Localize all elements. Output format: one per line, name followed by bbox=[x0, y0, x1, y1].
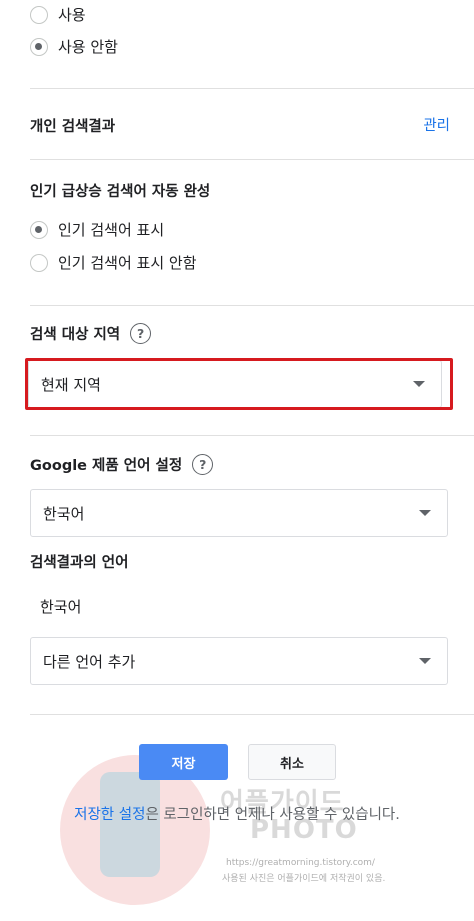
radio-label: 인기 검색어 표시 안함 bbox=[58, 254, 197, 272]
personal-results-title: 개인 검색결과 bbox=[30, 115, 115, 136]
help-icon[interactable]: ? bbox=[130, 323, 152, 344]
section-divider bbox=[30, 714, 474, 715]
search-region-title: 검색 대상 지역 ? bbox=[30, 323, 152, 344]
saved-settings-note: 저장한 설정은 로그인하면 언제나 사용할 수 있습니다. bbox=[0, 803, 474, 824]
result-language-current: 한국어 bbox=[40, 598, 82, 616]
result-language-title-text: 검색결과의 언어 bbox=[30, 555, 129, 571]
search-region-title-text: 검색 대상 지역 bbox=[30, 327, 121, 343]
radio-option-show-trending[interactable]: 인기 검색어 표시 bbox=[30, 219, 164, 240]
result-language-title: 검색결과의 언어 bbox=[30, 551, 128, 572]
radio-checked-icon bbox=[30, 220, 48, 239]
personal-results-title-text: 개인 검색결과 bbox=[30, 119, 116, 135]
radio-label: 인기 검색어 표시 bbox=[58, 221, 165, 239]
chevron-down-icon bbox=[419, 658, 431, 664]
watermark-url: https://greatmorning.tistory.com/ bbox=[226, 858, 375, 868]
trending-title-text: 인기 급상승 검색어 자동 완성 bbox=[30, 184, 211, 200]
watermark-notice: 사용된 사진은 어플가이드에 저작권이 있음. bbox=[222, 874, 386, 884]
product-language-dropdown[interactable]: 한국어 bbox=[30, 489, 448, 537]
help-icon[interactable]: ? bbox=[192, 454, 214, 475]
product-language-title: Google 제품 언어 설정 ? bbox=[30, 454, 214, 475]
radio-label: 사용 bbox=[58, 6, 86, 24]
product-language-title-text: Google 제품 언어 설정 bbox=[30, 458, 183, 474]
search-settings-page: 사용 사용 안함 개인 검색결과 관리 인기 급상승 검색어 자동 완성 인기 … bbox=[0, 0, 474, 921]
section-divider bbox=[30, 88, 474, 89]
radio-unchecked-icon bbox=[30, 5, 48, 24]
add-language-dropdown[interactable]: 다른 언어 추가 bbox=[30, 637, 448, 685]
manage-link[interactable]: 관리 bbox=[423, 114, 450, 135]
watermark-phone-graphic bbox=[100, 772, 160, 877]
save-button[interactable]: 저장 bbox=[139, 744, 228, 780]
radio-label: 사용 안함 bbox=[58, 38, 118, 56]
section-divider bbox=[30, 435, 474, 436]
cancel-button[interactable]: 취소 bbox=[248, 744, 336, 780]
search-region-selected: 현재 지역 bbox=[41, 375, 101, 394]
chevron-down-icon bbox=[413, 381, 425, 387]
trending-autocomplete-title: 인기 급상승 검색어 자동 완성 bbox=[30, 180, 210, 201]
radio-checked-icon bbox=[30, 37, 48, 56]
radio-option-dont-use[interactable]: 사용 안함 bbox=[30, 36, 118, 57]
add-language-label: 다른 언어 추가 bbox=[43, 652, 136, 671]
radio-unchecked-icon bbox=[30, 253, 48, 272]
saved-settings-link[interactable]: 저장한 설정 bbox=[74, 807, 145, 823]
radio-option-use[interactable]: 사용 bbox=[30, 4, 86, 25]
section-divider bbox=[30, 159, 474, 160]
search-region-dropdown[interactable]: 현재 지역 bbox=[28, 360, 442, 408]
saved-settings-note-text: 은 로그인하면 언제나 사용할 수 있습니다. bbox=[145, 807, 400, 823]
product-language-selected: 한국어 bbox=[43, 504, 85, 523]
radio-option-hide-trending[interactable]: 인기 검색어 표시 안함 bbox=[30, 252, 197, 273]
chevron-down-icon bbox=[419, 510, 431, 516]
section-divider bbox=[30, 305, 474, 306]
